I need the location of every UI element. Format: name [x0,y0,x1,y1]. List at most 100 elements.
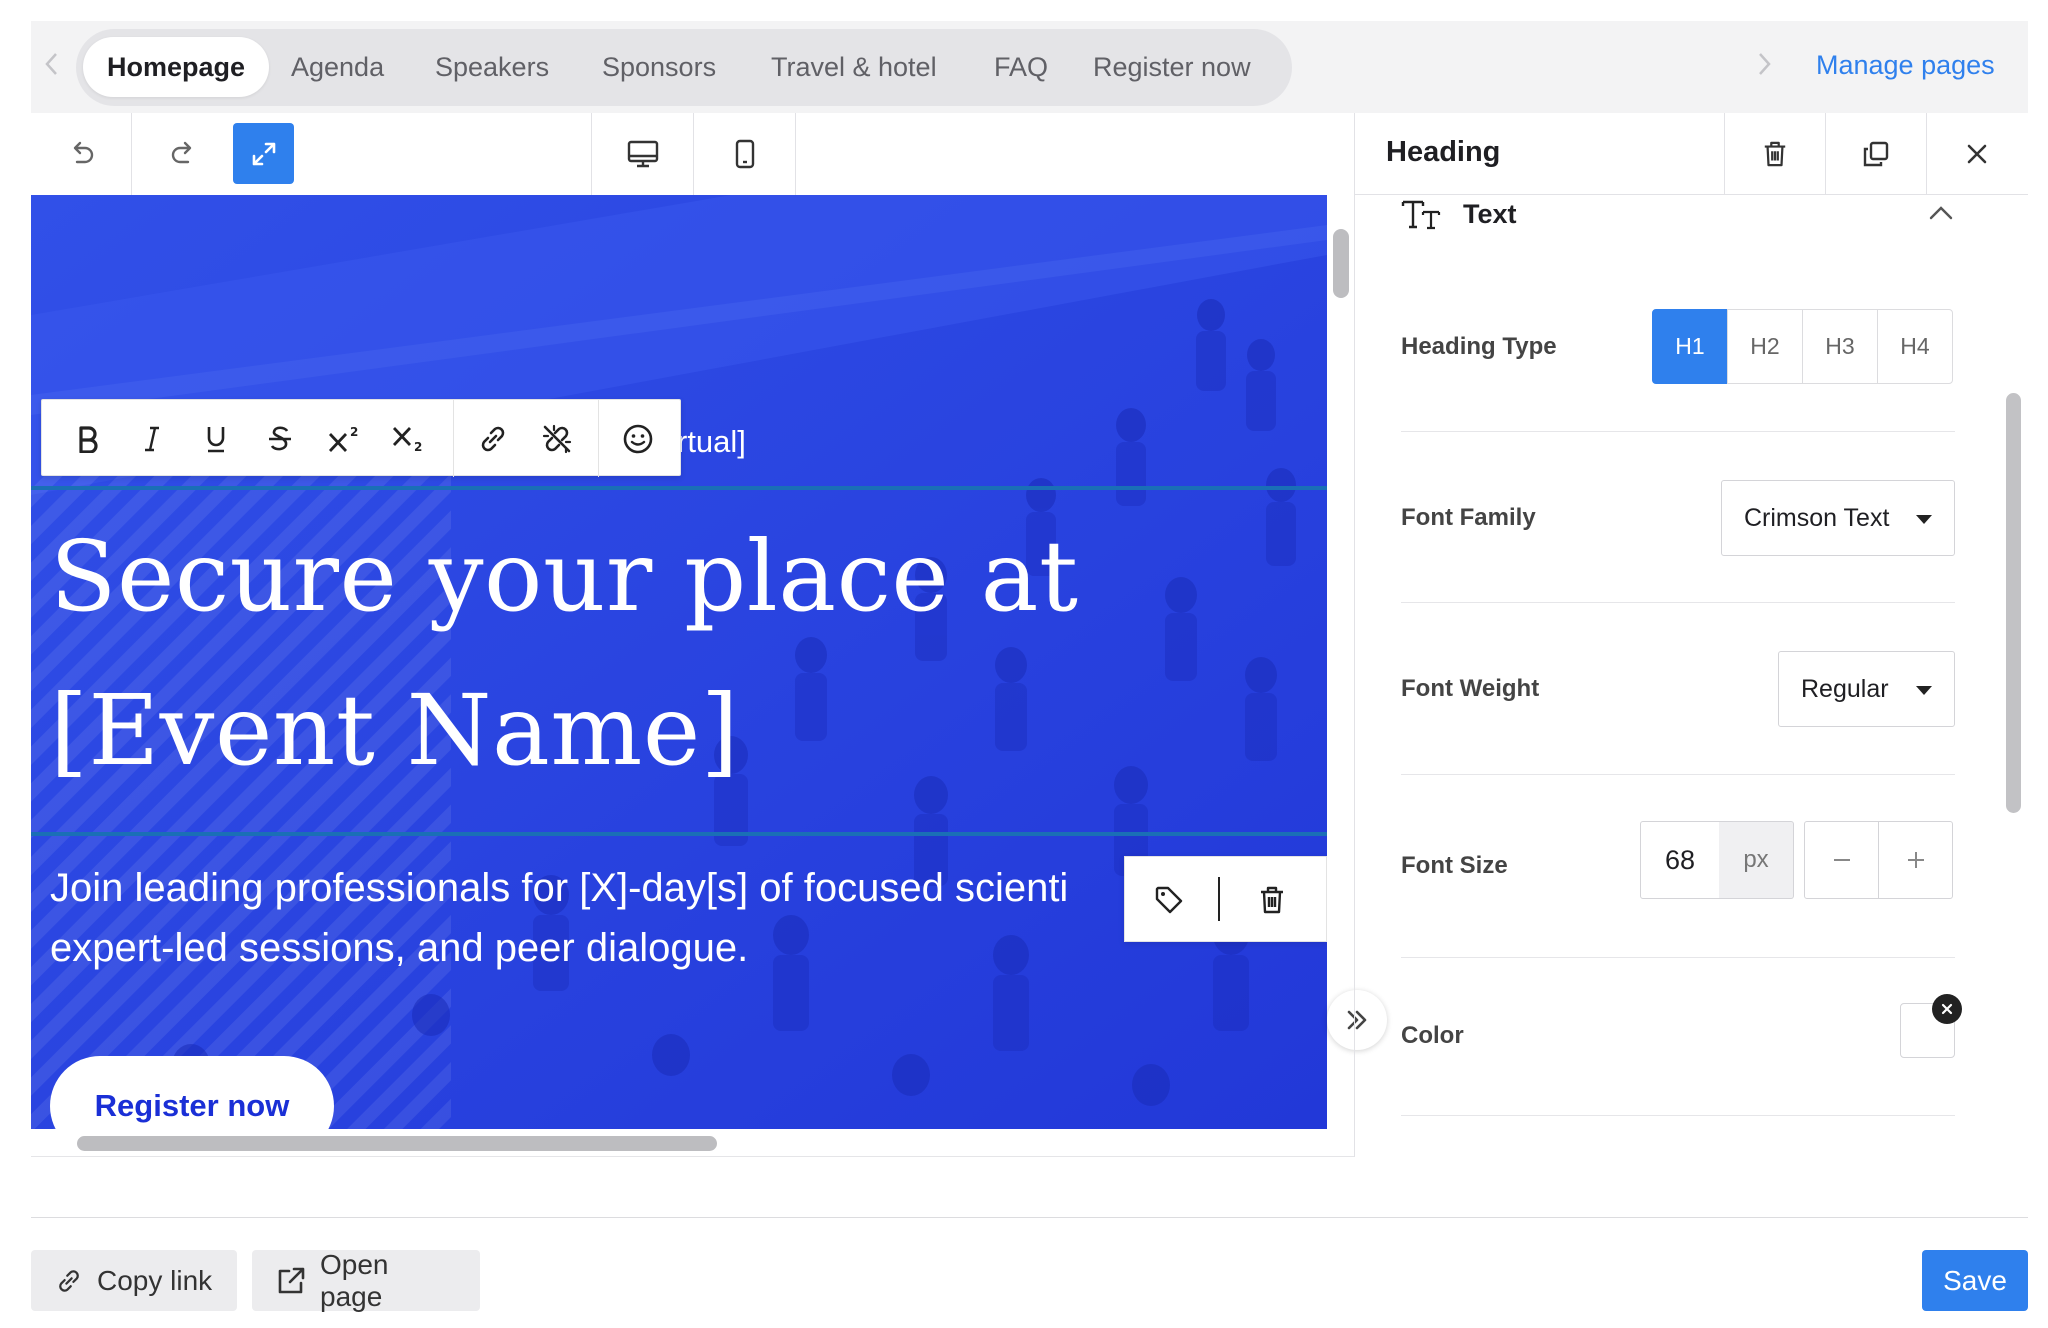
font-weight-label: Font Weight [1401,675,1540,702]
hero-paragraph-line-2: expert-led sessions, and peer dialogue. [50,926,749,970]
bold-icon [76,425,100,453]
save-button[interactable]: Save [1922,1250,2028,1311]
redo-icon [168,139,198,169]
heading-type-h2[interactable]: H2 [1727,309,1803,384]
mobile-view-button[interactable] [694,113,795,195]
font-size-unit: px [1719,821,1794,899]
font-family-value: Crimson Text [1744,503,1890,532]
hero-paragraph[interactable]: Join leading professionals for [X]-day[s… [50,858,1280,978]
open-page-label: Open page [320,1248,389,1312]
font-size-label: Font Size [1401,852,1508,879]
chevron-left-icon[interactable] [42,50,62,78]
open-page-button[interactable]: Open page [252,1248,480,1312]
close-icon [1941,1003,1953,1015]
delete-block-button[interactable] [1240,861,1304,939]
text-size-icon [1401,197,1443,231]
unlink-button[interactable] [525,400,589,477]
italic-icon [142,425,162,453]
tab-register-now[interactable]: Register now [1093,37,1251,97]
strikethrough-button[interactable] [248,400,312,477]
superscript-button[interactable]: 2 [312,400,376,477]
section-title-text[interactable]: Text [1463,199,1517,230]
minus-icon [1831,849,1853,871]
link-icon [477,423,509,455]
desktop-icon [627,139,659,169]
emoji-icon [622,423,654,455]
unlink-icon [540,422,574,456]
italic-button[interactable] [120,400,184,477]
svg-text:2: 2 [414,440,422,454]
tab-sponsors[interactable]: Sponsors [602,37,716,97]
duplicate-element-button[interactable] [1825,113,1926,195]
row-divider [1401,957,1955,958]
heading-type-h4[interactable]: H4 [1877,309,1953,384]
tag-button[interactable] [1137,861,1201,939]
expand-icon [250,140,278,168]
heading-type-h1[interactable]: H1 [1652,309,1728,384]
font-size-increase-button[interactable] [1878,821,1953,899]
caret-down-icon [1916,515,1932,524]
toolbar-divider [795,113,796,195]
row-divider [1401,431,1955,432]
row-divider [1401,602,1955,603]
chevron-right-icon[interactable] [1754,50,1774,78]
tab-speakers[interactable]: Speakers [435,37,549,97]
panel-title: Heading [1386,136,1501,168]
canvas-vertical-scroll-thumb[interactable] [1333,229,1349,298]
clear-color-button[interactable] [1932,994,1962,1024]
font-size-decrease-button[interactable] [1804,821,1879,899]
tab-homepage[interactable]: Homepage [83,37,270,97]
trash-icon [1762,139,1788,169]
link-button[interactable] [461,400,525,477]
external-link-icon [276,1266,306,1296]
canvas-vertical-scrollbar[interactable] [1327,195,1354,1129]
tab-travel-hotel[interactable]: Travel & hotel [771,37,937,97]
subscript-button[interactable]: 2 [376,400,440,477]
hero-subline[interactable]: rtual] [677,424,746,460]
tag-icon [1154,885,1184,915]
redo-button[interactable] [132,113,233,195]
underline-icon [204,424,228,454]
color-label: Color [1401,1022,1464,1049]
superscript-icon: 2 [327,424,361,454]
desktop-view-button[interactable] [592,113,693,195]
subscript-icon: 2 [391,424,425,454]
hero-heading-line-1: Secure your place at [50,520,1079,633]
tab-agenda[interactable]: Agenda [291,37,384,97]
font-weight-value: Regular [1801,674,1889,703]
hero-heading-line-2: [Event Name] [50,674,740,787]
font-family-select[interactable]: Crimson Text [1721,480,1955,556]
delete-element-button[interactable] [1724,113,1825,195]
chevron-up-icon[interactable] [1928,204,1954,222]
block-actions-popover [1124,856,1327,942]
collapse-panel-button[interactable] [1327,990,1387,1050]
heading-type-label: Heading Type [1401,333,1557,360]
font-size-input[interactable]: 68 [1640,821,1720,899]
font-family-label: Font Family [1401,504,1536,531]
copy-link-button[interactable]: Copy link [31,1250,237,1311]
undo-button[interactable] [31,113,132,195]
underline-button[interactable] [184,400,248,477]
hero-heading[interactable]: Secure your place at [Event Name] [50,500,1300,808]
mobile-icon [734,139,756,169]
close-icon [1965,142,1989,166]
panel-scroll-thumb[interactable] [2006,393,2021,813]
strikethrough-icon [267,424,293,454]
caret-down-icon [1916,686,1932,695]
hero-paragraph-line-1: Join leading professionals for [X]-day[s… [50,866,1069,910]
format-divider [598,400,599,477]
close-panel-button[interactable] [1926,113,2027,195]
canvas-horizontal-scroll-thumb[interactable] [77,1136,717,1151]
popover-divider [1218,877,1220,921]
collapse-view-button[interactable] [233,123,294,184]
bold-button[interactable] [56,400,120,477]
format-divider [453,400,454,477]
emoji-button[interactable] [606,400,670,477]
tab-faq[interactable]: FAQ [994,37,1048,97]
font-weight-select[interactable]: Regular [1778,651,1955,727]
copy-link-label: Copy link [97,1264,213,1296]
manage-pages-link[interactable]: Manage pages [1816,50,1995,81]
copy-icon [1862,140,1890,168]
link-icon [55,1267,83,1295]
heading-type-h3[interactable]: H3 [1802,309,1878,384]
